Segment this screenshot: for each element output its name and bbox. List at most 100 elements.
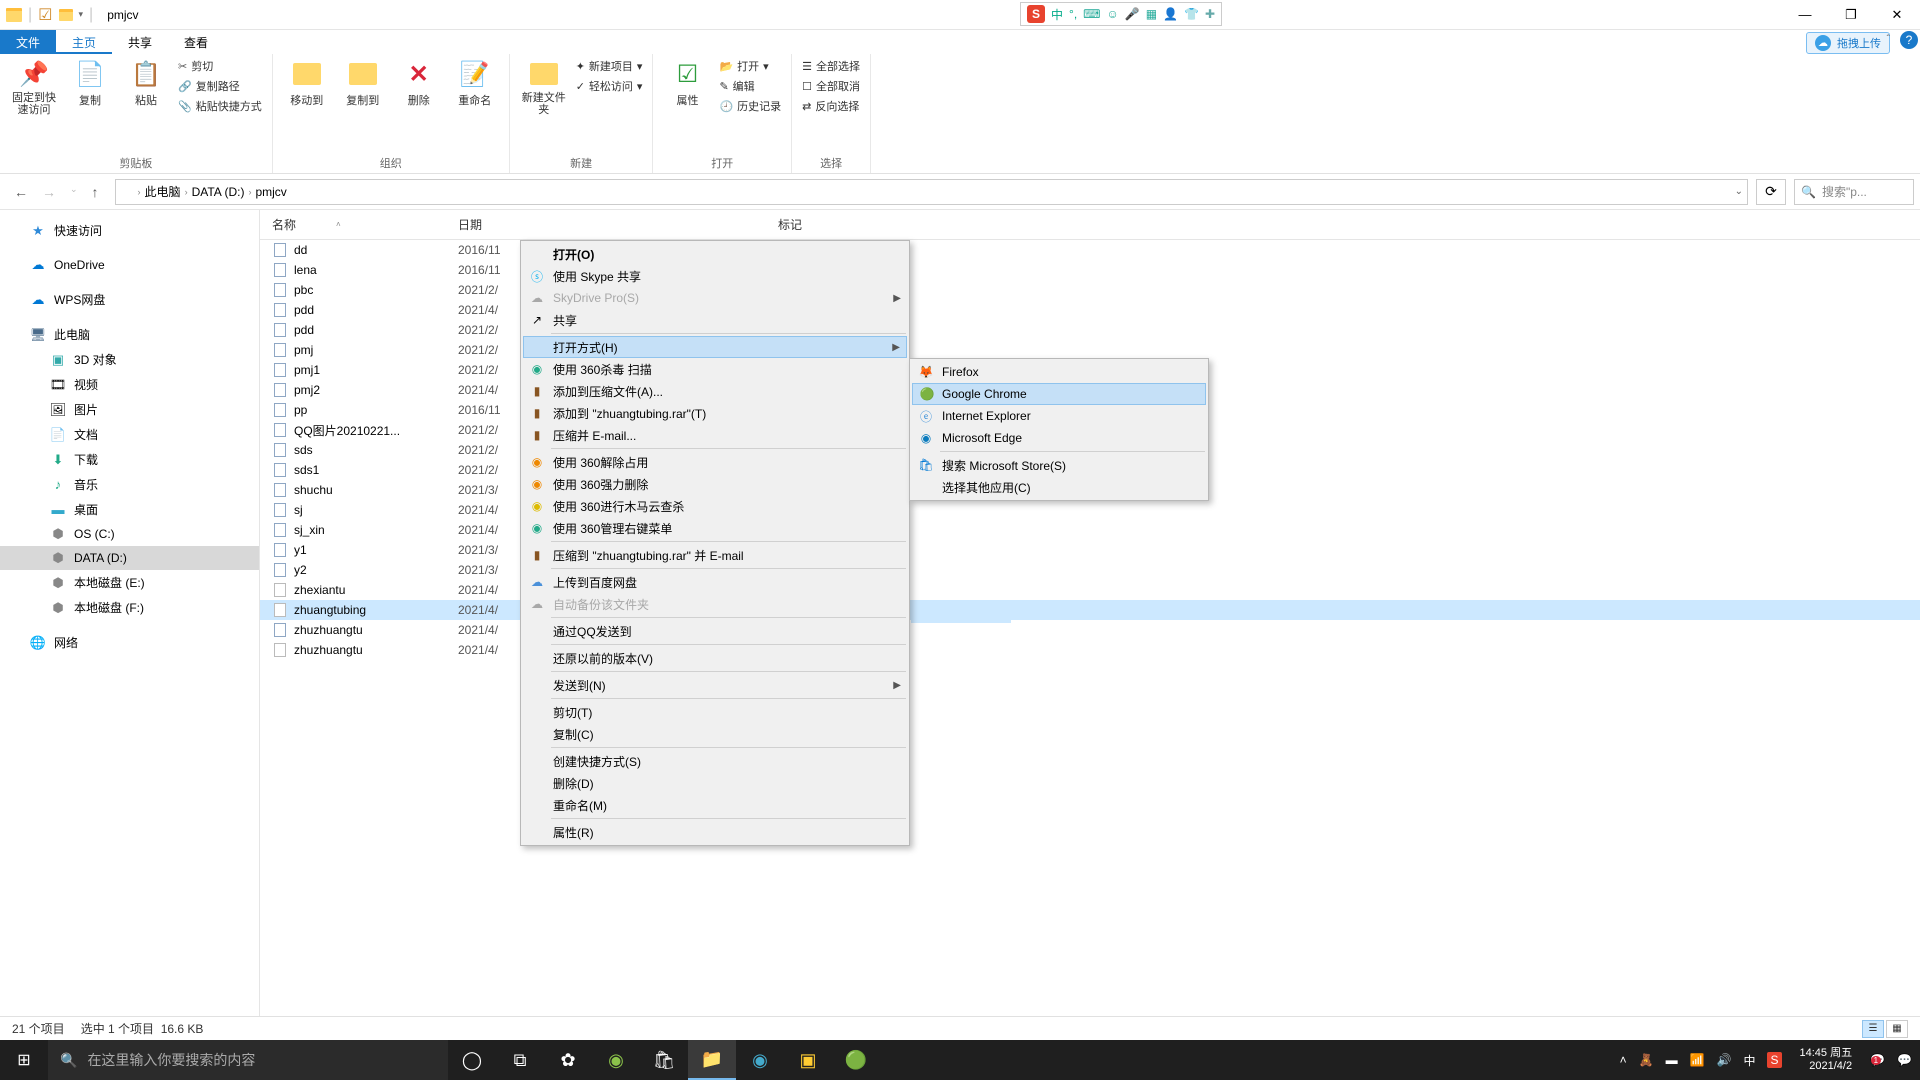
file-row[interactable]: zhuzhuangtu2021/4/ [260,640,1920,660]
ime-toolbar[interactable]: S 中 °, ⌨ ☺ 🎤 ▦ 👤 👕 ✚ [1020,2,1222,26]
selectnone-button[interactable]: ☐全部取消 [802,78,860,94]
breadcrumb[interactable]: › 此电脑› DATA (D:)› pmjcv ⌄ [115,179,1748,205]
ctx-addrar[interactable]: ▮添加到 "zhuangtubing.rar"(T) [523,402,907,424]
ctx-skype[interactable]: ⓢ使用 Skype 共享 [523,265,907,287]
ribbon-collapse-icon[interactable]: ˆ [1887,34,1890,45]
view-icons-button[interactable]: ▦ [1886,1020,1908,1038]
file-row[interactable]: lena2016/11 [260,260,1920,280]
recent-dropdown[interactable]: ⌄ [70,184,78,200]
file-row[interactable]: y22021/3/ [260,560,1920,580]
nav-pictures[interactable]: 🖼图片 [0,397,259,422]
sub-store[interactable]: 🛍搜索 Microsoft Store(S) [912,454,1206,476]
ime-voice-icon[interactable]: 🎤 [1125,7,1140,21]
ime-emoji-icon[interactable]: ☺ [1106,7,1118,21]
file-row[interactable]: dd2016/11 [260,240,1920,260]
ctx-force360[interactable]: ◉使用 360强力删除 [523,473,907,495]
cut-button[interactable]: ✂剪切 [178,58,262,74]
sub-edge[interactable]: ◉Microsoft Edge [912,427,1206,449]
file-row[interactable]: pdd2021/2/ [260,320,1920,340]
qat-folder-icon[interactable] [59,9,73,21]
file-row[interactable]: pdd2021/4/ [260,300,1920,320]
nav-music[interactable]: ♪音乐 [0,472,259,497]
ctx-delete[interactable]: 删除(D) [523,772,907,794]
tray-battery-icon[interactable]: ▬ [1666,1053,1678,1067]
minimize-button[interactable]: — [1782,0,1828,30]
col-name[interactable]: 名称˄ [260,216,446,233]
ctx-skydrive[interactable]: ☁SkyDrive Pro(S)▶ [523,287,907,309]
sub-firefox[interactable]: 🦊Firefox [912,361,1206,383]
file-row[interactable]: pmj2021/2/ [260,340,1920,360]
up-button[interactable]: ↑ [92,184,99,200]
app-360-icon[interactable]: ✿ [544,1040,592,1080]
moveto-button[interactable]: 移动到 [283,58,331,108]
paste-button[interactable]: 📋粘贴 [122,58,170,108]
ctx-shortcut[interactable]: 创建快捷方式(S) [523,750,907,772]
help-button[interactable]: ? [1900,31,1918,49]
properties-button[interactable]: ☑属性 [663,58,711,108]
ime-keyboard-icon[interactable]: ⌨ [1083,7,1100,21]
nav-desktop[interactable]: ▬桌面 [0,497,259,522]
context-menu[interactable]: 打开(O) ⓢ使用 Skype 共享 ☁SkyDrive Pro(S)▶ ↗共享… [520,240,910,846]
ctx-open[interactable]: 打开(O) [523,243,907,265]
tab-share[interactable]: 共享 [112,30,168,54]
ctx-autobak[interactable]: ☁自动备份该文件夹 [523,593,907,615]
column-headers[interactable]: 名称˄ 日期 标记 [260,210,1920,240]
file-row[interactable]: sj_xin2021/4/ [260,520,1920,540]
ctx-cut[interactable]: 剪切(T) [523,701,907,723]
tray-sogou-icon[interactable]: S [1767,1052,1781,1068]
tray-wifi-icon[interactable]: 📶 [1690,1053,1705,1067]
file-row[interactable]: zhexiantu2021/4/ [260,580,1920,600]
nav-datad[interactable]: ⬢DATA (D:) [0,546,259,570]
ctx-restore[interactable]: 还原以前的版本(V) [523,647,907,669]
file-row[interactable]: zhuzhuangtu2021/4/ [260,620,1920,640]
ctx-baidu[interactable]: ☁上传到百度网盘 [523,571,907,593]
copyto-button[interactable]: 复制到 [339,58,387,108]
ctx-zipemail[interactable]: ▮压缩到 "zhuangtubing.rar" 并 E-mail [523,544,907,566]
app-store-icon[interactable]: 🛍 [640,1040,688,1080]
nav-documents[interactable]: 📄文档 [0,422,259,447]
breadcrumb-pc[interactable]: 此电脑 [145,183,181,200]
ctx-trojan360[interactable]: ◉使用 360进行木马云查杀 [523,495,907,517]
ime-user-icon[interactable]: 👤 [1163,7,1178,21]
nav-osc[interactable]: ⬢OS (C:) [0,522,259,546]
sub-chrome[interactable]: 🟢Google Chrome [912,383,1206,405]
taskview-button[interactable]: ⧉ [496,1040,544,1080]
action-center-button[interactable]: 💬 [1897,1053,1912,1067]
ctx-scan360[interactable]: ◉使用 360杀毒 扫描 [523,358,907,380]
taskbar-clock[interactable]: 14:45 周五 2021/4/2 [1794,1047,1859,1073]
tab-file[interactable]: 文件 [0,30,56,54]
pasteshortcut-button[interactable]: 📎粘贴快捷方式 [178,98,262,114]
breadcrumb-dropdown-icon[interactable]: ⌄ [1735,186,1743,197]
tray-ime-icon[interactable]: 中 [1743,1052,1755,1069]
start-button[interactable]: ⊞ [0,1040,48,1080]
breadcrumb-folder[interactable]: pmjcv [255,185,286,199]
col-date[interactable]: 日期 [446,216,766,233]
refresh-button[interactable]: ⟳ [1756,179,1786,205]
nav-tree[interactable]: ★快速访问 ☁OneDrive ☁WPS网盘 🖥此电脑 ▣3D 对象 🎞视频 🖼… [0,210,260,1016]
qat-check-icon[interactable]: ☑ [38,5,52,25]
ime-skin-icon[interactable]: 👕 [1184,7,1199,21]
ctx-qqsend[interactable]: 通过QQ发送到 [523,620,907,642]
ctx-unlock360[interactable]: ◉使用 360解除占用 [523,451,907,473]
ime-grid-icon[interactable]: ▦ [1146,7,1157,21]
rename-button[interactable]: 📝重命名 [451,58,499,108]
file-row[interactable]: pbc2021/2/ [260,280,1920,300]
open-button[interactable]: 📂打开 ▾ [719,58,781,74]
forward-button[interactable]: → [42,184,56,200]
nav-videos[interactable]: 🎞视频 [0,372,259,397]
ime-punct-icon[interactable]: °, [1069,7,1077,21]
ctx-rename[interactable]: 重命名(M) [523,794,907,816]
newfolder-button[interactable]: 新建文件夹 [520,58,568,116]
nav-onedrive[interactable]: ☁OneDrive [0,253,259,277]
selectinvert-button[interactable]: ⇄反向选择 [802,98,860,114]
app-chrome-icon[interactable]: 🟢 [832,1040,880,1080]
nav-wps[interactable]: ☁WPS网盘 [0,287,259,312]
tab-home[interactable]: 主页 [56,30,112,54]
notifications-button[interactable]: 💬1 [1870,1053,1885,1067]
ime-lang[interactable]: 中 [1051,6,1063,23]
sub-other[interactable]: 选择其他应用(C) [912,476,1206,498]
nav-downloads[interactable]: ⬇下载 [0,447,259,472]
pin-quickaccess-button[interactable]: 📌固定到快速访问 [10,58,58,116]
ctx-addzip[interactable]: ▮添加到压缩文件(A)... [523,380,907,402]
cloud-upload-button[interactable]: ☁ 拖拽上传 [1806,32,1890,54]
